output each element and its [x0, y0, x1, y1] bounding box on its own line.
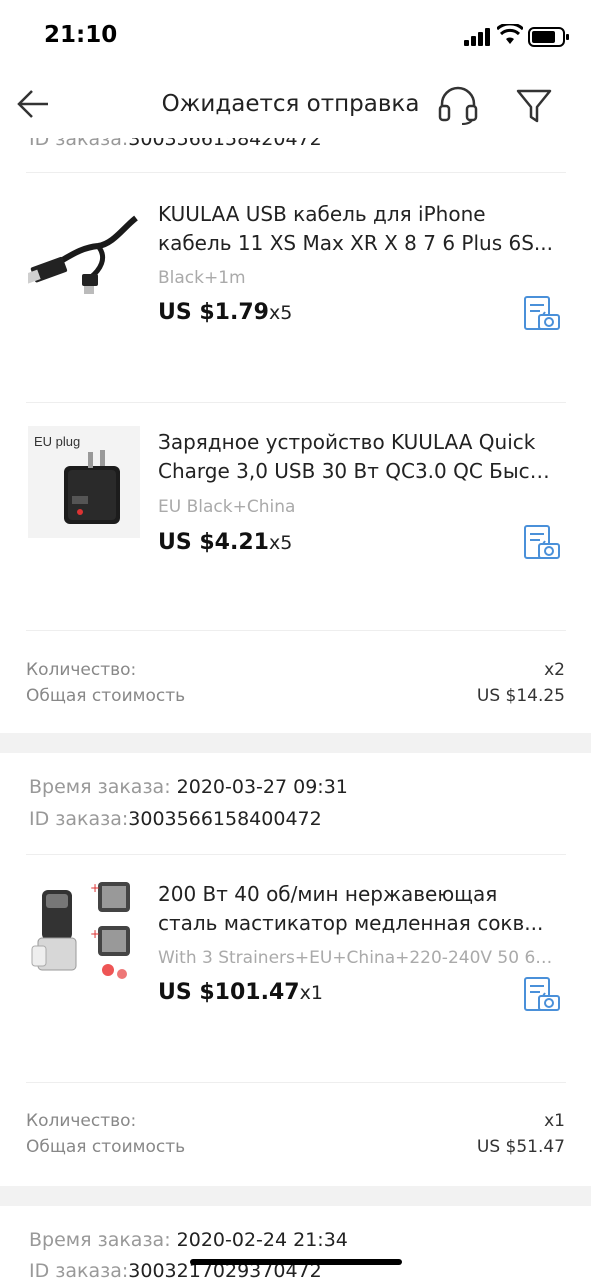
quantity-value: x1: [544, 1111, 565, 1131]
product-variant: EU Black+China: [158, 497, 296, 517]
home-indicator: [190, 1259, 402, 1265]
product-image-usb-cable[interactable]: [24, 198, 140, 310]
order-id-line: ID заказа:3003566158400472: [29, 808, 322, 830]
total-label: Общая стоимость: [26, 1137, 186, 1157]
order-id-value: 3003566158400472: [128, 808, 322, 830]
customer-support-button[interactable]: [436, 86, 480, 126]
cellular-signal-icon: [464, 28, 490, 46]
page-title: Ожидается отправка: [161, 91, 420, 117]
order-time-value: 2020-03-27 09:31: [176, 776, 348, 798]
divider: [26, 1082, 566, 1083]
filter-funnel-icon: [516, 89, 552, 123]
product-image-charger[interactable]: EU plug: [28, 426, 140, 538]
product-quantity: x5: [268, 302, 293, 324]
product-title[interactable]: KUULAA USB кабель для iPhone кабель 11 X…: [158, 200, 558, 258]
order-time-line: Время заказа: 2020-02-24 21:34: [29, 1229, 348, 1251]
order-id-label: ID заказа:: [29, 1260, 129, 1280]
divider: [26, 854, 566, 855]
battery-icon: [528, 27, 569, 47]
divider: [26, 630, 566, 631]
product-title[interactable]: Зарядное устройство KUULAA Quick Charge …: [158, 428, 558, 486]
product-price: US $101.47: [158, 980, 300, 1005]
total-label: Общая стоимость: [26, 686, 186, 706]
total-value: US $14.25: [476, 686, 565, 706]
order-time-label: Время заказа:: [29, 1229, 171, 1251]
svg-text:+: +: [90, 881, 100, 895]
navigation-bar: Ожидается отправка: [0, 72, 591, 138]
status-bar: 21:10: [0, 0, 591, 72]
quantity-label: Количество:: [26, 1111, 137, 1131]
product-title-line: KUULAA USB кабель для iPhone: [158, 202, 486, 226]
quantity-label: Количество:: [26, 660, 137, 680]
order-time-value: 2020-02-24 21:34: [176, 1229, 348, 1251]
product-title-line: 200 Вт 40 об/мин нержавеющая: [158, 882, 498, 906]
eu-plug-tag: EU plug: [34, 434, 80, 449]
product-price: US $4.21: [158, 530, 269, 555]
photo-review-button[interactable]: [522, 295, 562, 333]
product-variant: Black+1m: [158, 268, 246, 288]
headset-icon: [438, 86, 478, 125]
filter-button[interactable]: [514, 86, 554, 126]
divider: [26, 172, 566, 173]
product-title-line: Charge 3,0 USB 30 Вт QC3.0 QC Быст...: [158, 459, 558, 483]
status-time: 21:10: [44, 22, 118, 48]
product-title-line: сталь мастикатор медленная сокв...: [158, 911, 544, 935]
product-price-line: US $101.47x1: [158, 980, 323, 1005]
svg-text:+: +: [90, 927, 100, 941]
divider: [26, 402, 566, 403]
quantity-value: x2: [544, 660, 565, 680]
product-quantity: x5: [268, 532, 293, 554]
product-price: US $1.79: [158, 300, 269, 325]
photo-review-button[interactable]: [522, 524, 562, 562]
section-separator: [0, 733, 591, 753]
product-title-line: кабель 11 XS Max XR X 8 7 6 Plus 6S...: [158, 231, 553, 255]
wifi-icon: [497, 24, 523, 44]
section-separator: [0, 1186, 591, 1206]
product-variant: With 3 Strainers+EU+China+220-240V 50 60…: [158, 948, 556, 968]
product-title[interactable]: 200 Вт 40 об/мин нержавеющая сталь масти…: [158, 880, 558, 938]
total-value: US $51.47: [476, 1137, 565, 1157]
order-list[interactable]: ID заказа:3003566158420472 KUULAA USB ка…: [0, 0, 591, 1280]
product-image-juicer[interactable]: + +: [28, 878, 140, 990]
product-title-line: Зарядное устройство KUULAA Quick: [158, 430, 536, 454]
order-id-label: ID заказа:: [29, 808, 129, 830]
product-price-line: US $1.79x5: [158, 300, 292, 325]
photo-review-button[interactable]: [522, 976, 562, 1014]
product-quantity: x1: [299, 982, 323, 1004]
product-price-line: US $4.21x5: [158, 530, 292, 555]
order-time-label: Время заказа:: [29, 776, 171, 798]
order-time-line: Время заказа: 2020-03-27 09:31: [29, 776, 348, 798]
